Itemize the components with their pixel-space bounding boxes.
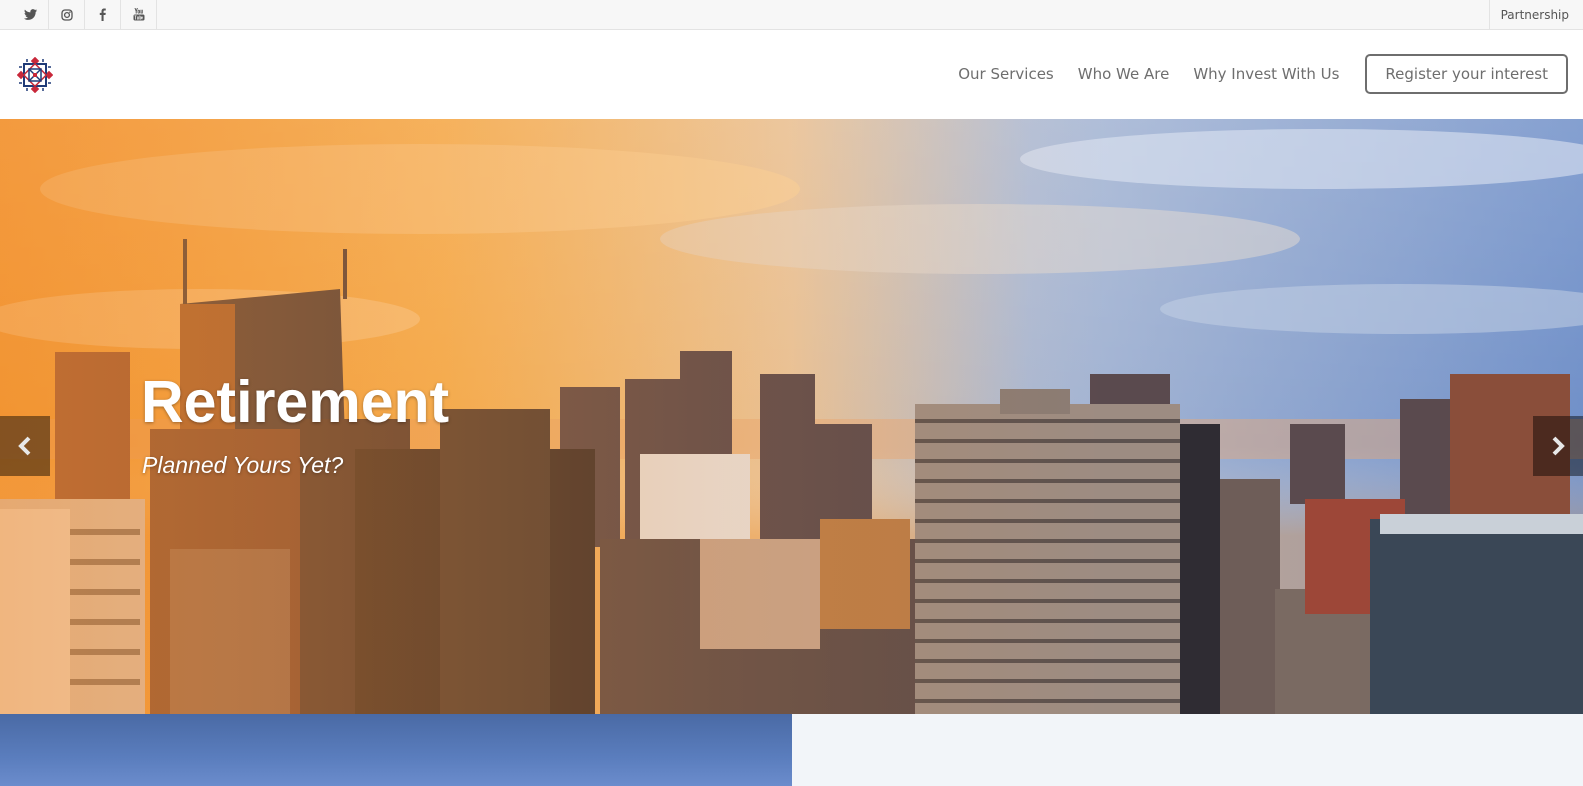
main-nav: Our Services Who We Are Why Invest With … [958,54,1568,94]
facebook-button[interactable] [85,0,121,29]
nav-why-invest-with-us[interactable]: Why Invest With Us [1193,65,1339,83]
site-logo[interactable] [16,56,54,94]
slider-prev-button[interactable] [0,416,50,476]
slider-next-button[interactable] [1533,416,1583,476]
partnership-link[interactable]: Partnership [1488,0,1583,29]
chevron-left-icon [18,436,31,456]
feature-panel-image [0,714,792,786]
instagram-button[interactable] [49,0,85,29]
hero-slider: Retirement Planned Yours Yet? [0,119,1583,714]
youtube-icon [133,8,145,21]
hero-title: Retirement [141,369,450,435]
social-links [12,0,157,30]
top-bar: Partnership [0,0,1583,30]
nav-who-we-are[interactable]: Who We Are [1078,65,1170,83]
register-interest-button[interactable]: Register your interest [1365,54,1568,94]
nav-our-services[interactable]: Our Services [958,65,1054,83]
site-header: Our Services Who We Are Why Invest With … [0,30,1583,119]
youtube-button[interactable] [121,0,157,29]
twitter-icon [23,9,37,20]
facebook-icon [99,8,106,21]
hero-subtitle: Planned Yours Yet? [142,452,344,478]
logo-mark-icon [16,56,54,94]
chevron-right-icon [1552,436,1565,456]
instagram-icon [60,8,73,21]
twitter-button[interactable] [12,0,49,29]
feature-panel-content [792,714,1583,786]
